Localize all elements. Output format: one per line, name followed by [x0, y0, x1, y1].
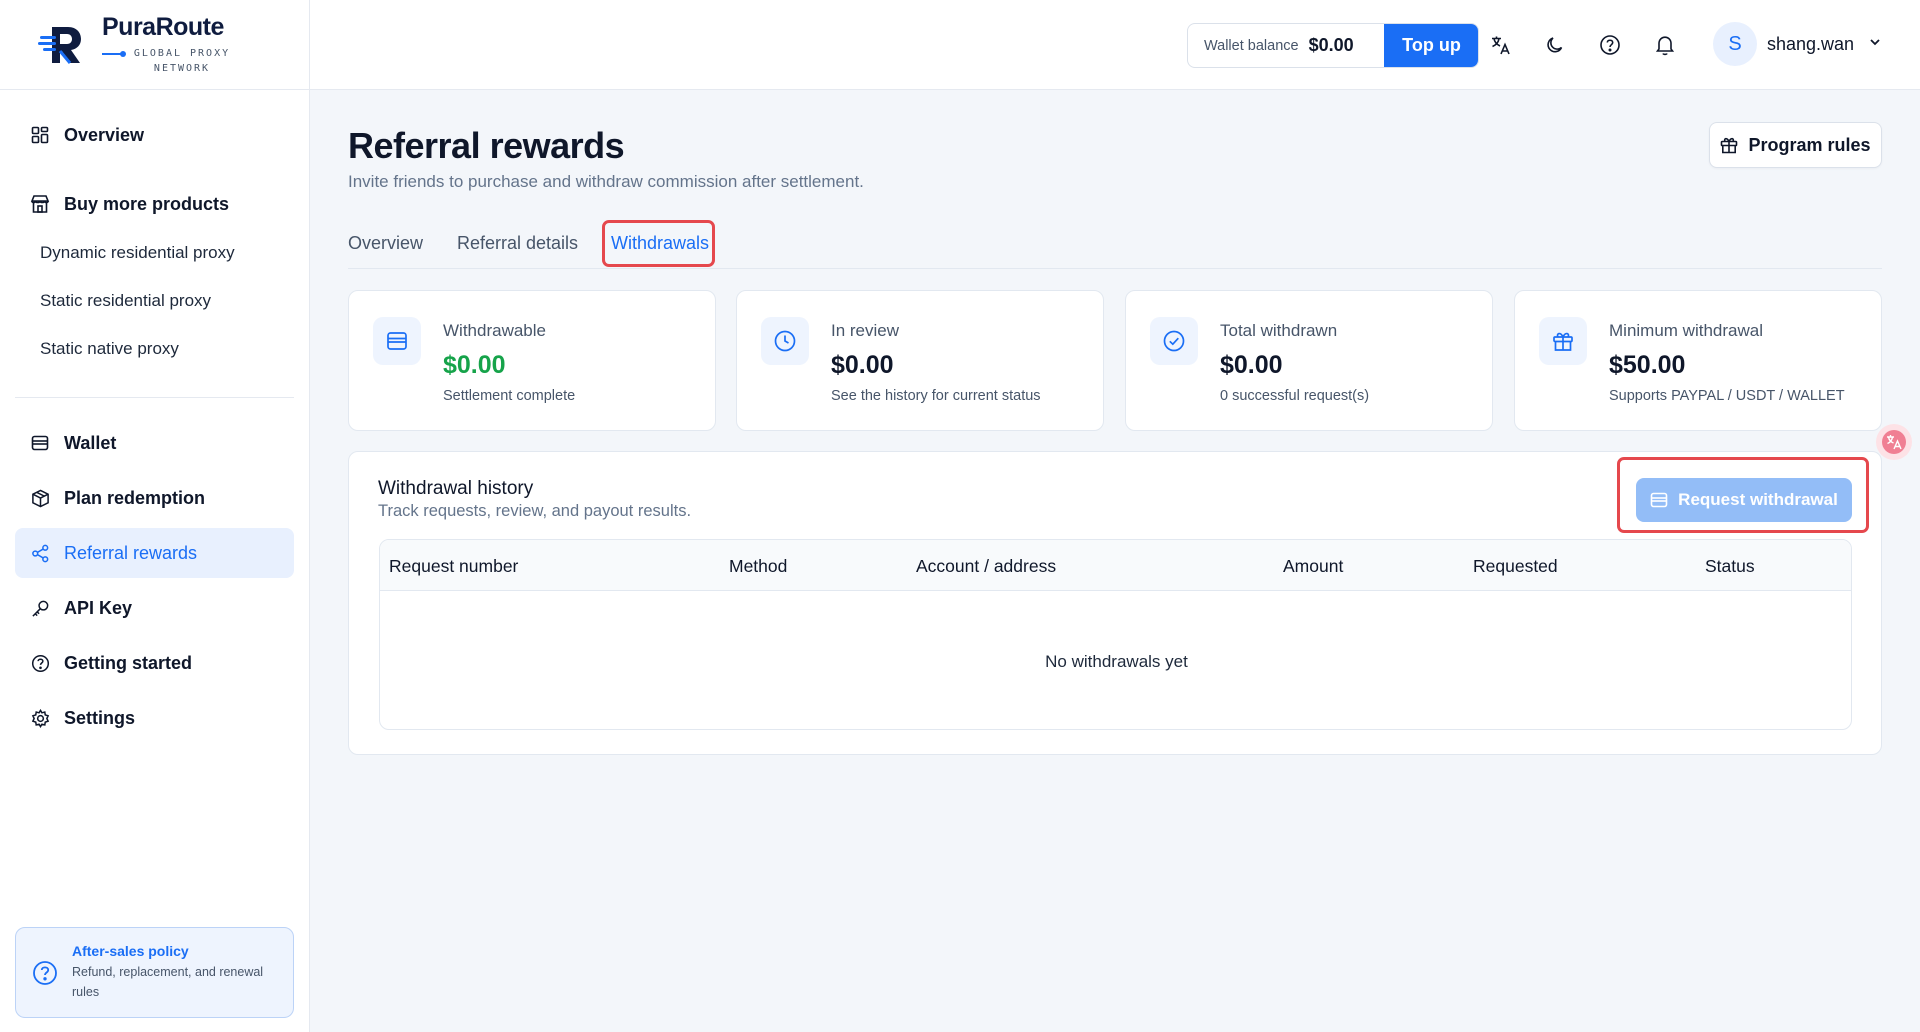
program-rules-label: Program rules	[1748, 134, 1871, 155]
sidebar-sub-static-residential-proxy[interactable]: Static residential proxy	[15, 277, 294, 325]
brand-name: PuraRoute	[102, 13, 224, 41]
bell-icon[interactable]	[1653, 33, 1677, 57]
gift-icon	[1539, 317, 1587, 365]
column-method: Method	[729, 556, 788, 576]
moon-icon[interactable]	[1543, 33, 1567, 57]
user-menu[interactable]: S shang.wan	[1713, 22, 1882, 66]
sidebar-item-label: Referral rewards	[64, 542, 198, 563]
empty-state-text: No withdrawals yet	[1045, 652, 1188, 671]
sidebar-item-referral-rewards[interactable]: Referral rewards	[15, 528, 294, 578]
share-icon	[30, 543, 50, 563]
sidebar-sub-static-native-proxy[interactable]: Static native proxy	[15, 325, 294, 373]
withdrawal-table: Request number Method Account / address …	[379, 539, 1852, 730]
after-sales-policy-card[interactable]: After-sales policy Refund, replacement, …	[15, 927, 294, 1018]
sidebar-item-label: Buy more products	[64, 193, 230, 214]
help-circle-icon	[30, 653, 50, 673]
gift-icon	[1720, 136, 1738, 154]
sidebar-item-label: Plan redemption	[64, 487, 206, 508]
chevron-down-icon	[1868, 35, 1882, 54]
sidebar-item-overview[interactable]: Overview	[15, 110, 294, 160]
stat-value: $0.00	[1220, 351, 1283, 379]
stat-label: Total withdrawn	[1220, 321, 1338, 340]
withdrawal-history-title: Withdrawal history	[378, 478, 534, 499]
tab-overview[interactable]: Overview	[348, 233, 423, 254]
policy-description: Refund, replacement, and renewal rules	[72, 965, 264, 999]
stat-card-total-withdrawn: Total withdrawn $0.00 0 successful reque…	[1125, 290, 1493, 431]
sidebar-nav: Overview Buy more products Dynamic resid…	[0, 110, 309, 743]
sidebar-item-label: Wallet	[64, 432, 117, 453]
gear-icon	[30, 708, 50, 728]
request-withdrawal-highlight	[1617, 457, 1869, 533]
stat-description: Settlement complete	[443, 388, 576, 404]
wallet-balance-label: Wallet balance	[1204, 37, 1299, 54]
logo-dash	[102, 51, 126, 57]
sidebar-item-plan-redemption[interactable]: Plan redemption	[15, 473, 294, 523]
stat-description: Supports PAYPAL / USDT / WALLET	[1609, 388, 1845, 404]
stat-value: $0.00	[831, 351, 894, 379]
brand-logo[interactable]: PuraRoute GLOBAL PROXY NETWORK	[0, 0, 309, 90]
top-header: Wallet balance $0.00 Top up S shang.wan	[310, 0, 1920, 90]
program-rules-button[interactable]: Program rules	[1709, 122, 1882, 168]
tab-bar: Overview Referral details Withdrawals	[348, 219, 1882, 269]
column-request-number: Request number	[389, 556, 519, 576]
stat-description: 0 successful request(s)	[1220, 388, 1370, 404]
logo-icon	[38, 21, 86, 69]
key-icon	[30, 598, 50, 618]
translate-icon[interactable]	[1489, 33, 1513, 57]
sidebar-item-getting-started[interactable]: Getting started	[15, 638, 294, 688]
floating-translate-icon[interactable]	[1876, 424, 1912, 460]
sidebar-item-settings[interactable]: Settings	[15, 693, 294, 743]
sidebar-item-api-key[interactable]: API Key	[15, 583, 294, 633]
withdrawals-tab-highlight	[602, 220, 715, 267]
wallet-icon	[30, 433, 50, 453]
avatar: S	[1713, 22, 1757, 66]
withdrawal-history-subtitle: Track requests, review, and payout resul…	[378, 502, 692, 520]
table-header: Request number Method Account / address …	[380, 540, 1851, 591]
wallet-card-icon	[373, 317, 421, 365]
stat-value: $50.00	[1609, 351, 1686, 379]
column-account-address: Account / address	[916, 556, 1057, 576]
sidebar-item-label: Overview	[64, 124, 145, 145]
clock-icon	[761, 317, 809, 365]
username: shang.wan	[1767, 33, 1855, 54]
stat-label: Withdrawable	[443, 321, 546, 340]
page-subtitle: Invite friends to purchase and withdraw …	[348, 172, 864, 191]
stat-card-minimum-withdrawal: Minimum withdrawal $50.00 Supports PAYPA…	[1514, 290, 1882, 431]
stat-label: In review	[831, 321, 900, 340]
column-requested: Requested	[1473, 556, 1558, 576]
brand-tagline: GLOBAL PROXY NETWORK	[133, 48, 231, 74]
help-icon[interactable]	[1598, 33, 1622, 57]
stat-value: $0.00	[443, 351, 506, 379]
stat-description: See the history for current status	[831, 388, 1041, 404]
sidebar-sub-dynamic-residential-proxy[interactable]: Dynamic residential proxy	[15, 229, 294, 277]
stat-card-withdrawable: Withdrawable $0.00 Settlement complete	[348, 290, 716, 431]
wallet-balance-box: Wallet balance $0.00 Top up	[1187, 23, 1479, 68]
sidebar-item-label: Settings	[64, 707, 136, 728]
policy-title: After-sales policy	[72, 943, 189, 959]
store-icon	[30, 194, 50, 214]
column-amount: Amount	[1283, 556, 1344, 576]
sidebar-divider	[15, 397, 294, 398]
page-title: Referral rewards	[348, 125, 625, 166]
grid-icon	[30, 125, 50, 145]
sidebar-item-label: Getting started	[64, 652, 193, 673]
wallet-balance-value: $0.00	[1308, 35, 1354, 55]
stat-label: Minimum withdrawal	[1609, 321, 1763, 340]
column-status: Status	[1705, 556, 1755, 576]
top-up-button[interactable]: Top up	[1384, 24, 1478, 67]
stat-card-in-review: In review $0.00 See the history for curr…	[736, 290, 1104, 431]
sidebar-item-buy-more-products[interactable]: Buy more products	[15, 179, 294, 229]
sidebar-item-wallet[interactable]: Wallet	[15, 418, 294, 468]
sidebar-item-label: API Key	[64, 597, 133, 618]
sidebar: PuraRoute GLOBAL PROXY NETWORK Overview …	[0, 0, 310, 1032]
tab-referral-details[interactable]: Referral details	[457, 233, 578, 254]
package-icon	[30, 488, 50, 508]
help-circle-icon	[32, 960, 58, 986]
check-circle-icon	[1150, 317, 1198, 365]
